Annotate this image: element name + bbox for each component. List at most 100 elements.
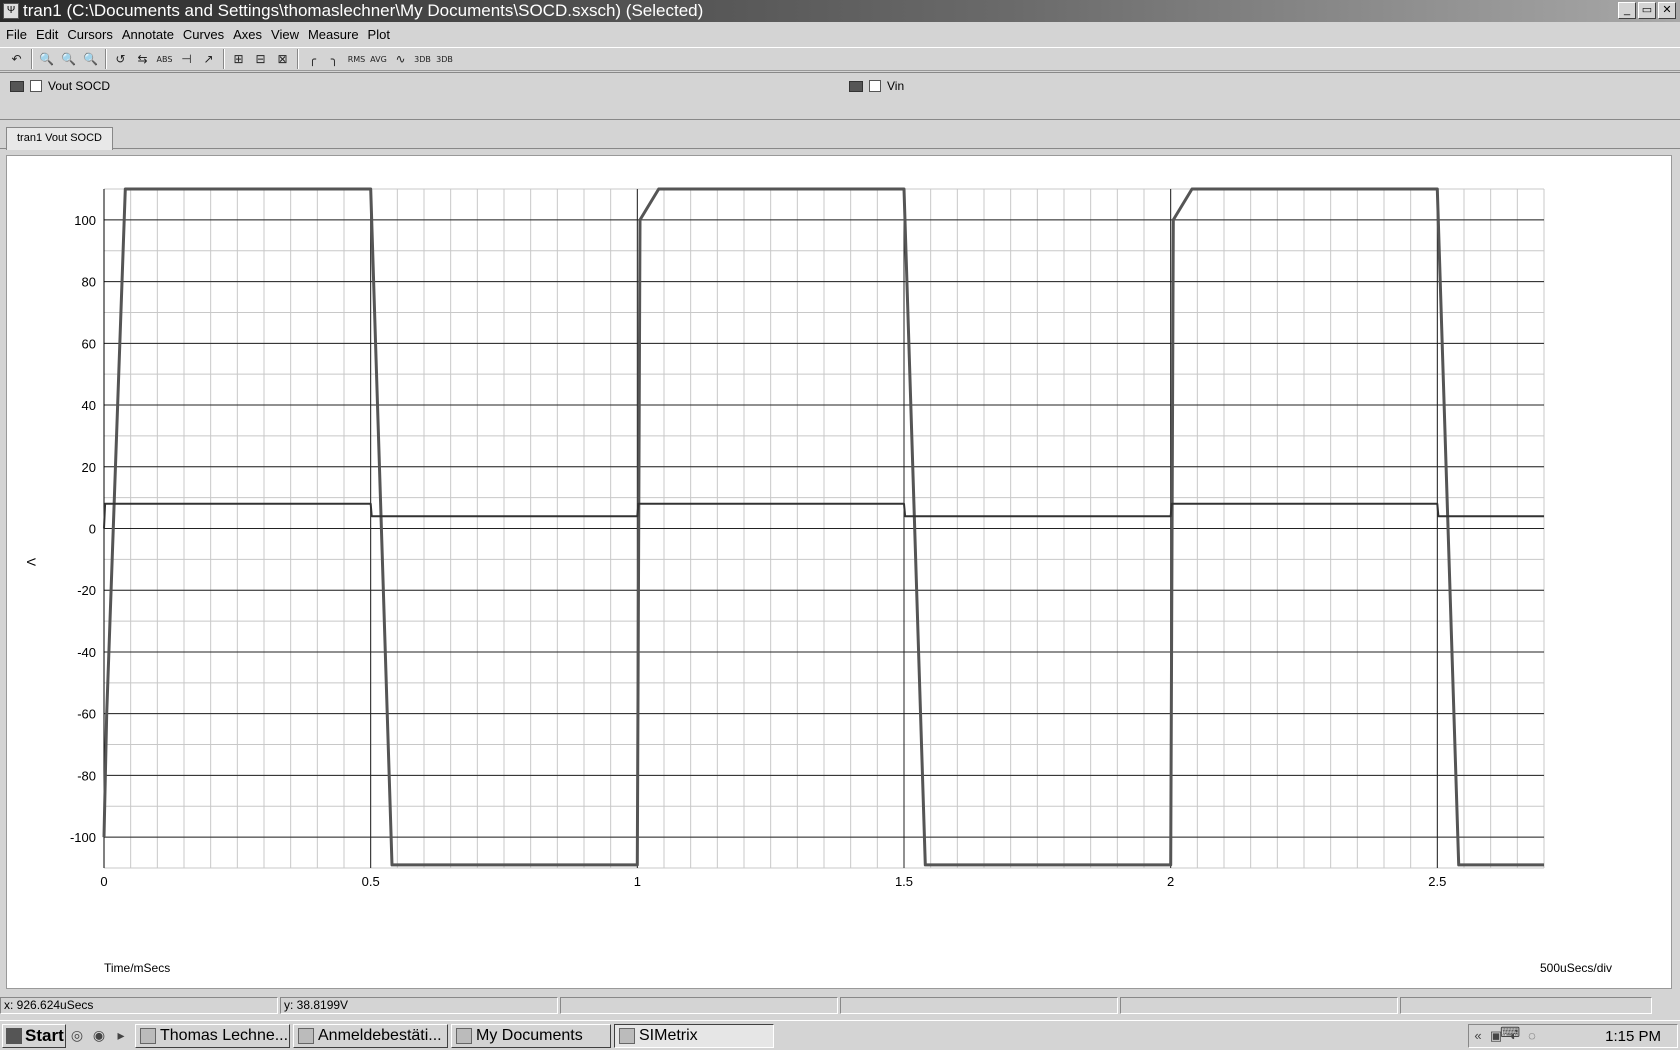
cursor-arrow-icon[interactable]: ↗ <box>198 49 219 69</box>
task-label: Thomas Lechne... <box>160 1026 289 1044</box>
tick-labels: 0 0.5 1 1.5 2 2.5 100 80 60 40 20 0 -20 -40 -60 -80 -100 <box>70 213 1446 889</box>
cursor-icon[interactable]: ⊣ <box>176 49 197 69</box>
menu-axes[interactable]: Axes <box>233 27 262 42</box>
taskbar: Start ◎ ◉ ▸ Thomas Lechne... Anmeldebest… <box>0 1020 1680 1050</box>
status-x-readout: x: 926.624uSecs <box>0 997 278 1014</box>
legend-vout[interactable]: Vout SOCD <box>10 79 110 93</box>
start-label: Start <box>25 1025 64 1045</box>
abs-icon[interactable]: ABS <box>154 49 175 69</box>
menu-curves[interactable]: Curves <box>183 27 224 42</box>
pdf-icon <box>298 1027 314 1044</box>
task-icon <box>140 1027 156 1044</box>
zoom-in-icon[interactable]: 🔍 <box>58 49 79 69</box>
task-thomas-lechner[interactable]: Thomas Lechne... <box>135 1023 290 1048</box>
y-tick-label: -40 <box>77 645 96 660</box>
clock: 1:15 PM <box>1605 1027 1661 1045</box>
avg-icon[interactable]: AVG <box>368 49 389 69</box>
grid-icon[interactable]: ⊞ <box>228 49 249 69</box>
start-button[interactable]: Start <box>2 1023 66 1048</box>
select-all-icon[interactable]: ⇆ <box>132 49 153 69</box>
zoom-out-icon[interactable]: 🔍 <box>80 49 101 69</box>
task-simetrix[interactable]: SIMetrix <box>614 1023 774 1048</box>
app-icon[interactable]: Ψ <box>3 3 19 19</box>
rms-icon[interactable]: RMS <box>346 49 367 69</box>
legend-label: Vout SOCD <box>48 79 111 93</box>
status-cell <box>840 997 1118 1014</box>
y-tick-label: 80 <box>82 275 96 290</box>
task-label: SIMetrix <box>639 1026 698 1044</box>
axis-icon[interactable]: ⊟ <box>250 49 271 69</box>
menu-measure[interactable]: Measure <box>308 27 359 42</box>
toolbar-separator <box>223 49 225 69</box>
waveform-chart[interactable]: 0 0.5 1 1.5 2 2.5 100 80 60 40 20 0 -20 -40 -60 -80 -100… <box>7 156 1673 990</box>
peak-icon[interactable]: ∿ <box>390 49 411 69</box>
x-tick-label: 0.5 <box>362 874 380 889</box>
status-cell <box>1120 997 1398 1014</box>
tab-tran1-vout[interactable]: tran1 Vout SOCD <box>6 127 113 150</box>
keyboard-icon[interactable]: ⌨ <box>1500 1024 1520 1042</box>
folder-icon <box>456 1027 472 1044</box>
status-cell <box>560 997 838 1014</box>
y-tick-label: 100 <box>74 213 96 228</box>
title-bar: Ψ tran1 (C:\Documents and Settings\thoma… <box>0 0 1680 22</box>
status-bar: x: 926.624uSecs y: 38.8199V <box>0 997 1680 1016</box>
security-icon[interactable]: ◌ <box>1523 1028 1541 1044</box>
legend-checkbox[interactable] <box>869 80 881 92</box>
minimize-button[interactable]: _ <box>1618 2 1636 19</box>
toolbar-separator <box>31 49 33 69</box>
expand-tray-icon[interactable]: « <box>1469 1028 1487 1044</box>
menu-file[interactable]: File <box>6 27 27 42</box>
y-tick-label: -100 <box>70 830 96 845</box>
task-label: Anmeldebestäti... <box>318 1026 442 1044</box>
status-y-readout: y: 38.8199V <box>280 997 558 1014</box>
tab-strip: tran1 Vout SOCD <box>0 121 1680 150</box>
maximize-button[interactable]: ▭ <box>1638 2 1656 19</box>
legend-vin[interactable]: Vin <box>849 79 904 93</box>
menu-cursors[interactable]: Cursors <box>67 27 113 42</box>
menu-plot[interactable]: Plot <box>368 27 390 42</box>
legend-label: Vin <box>887 79 905 93</box>
x-tick-label: 1.5 <box>895 874 913 889</box>
rise-icon[interactable]: ╭ <box>302 49 323 69</box>
y-tick-label: -20 <box>77 583 96 598</box>
legend-bar: Vout SOCD Vin <box>0 72 1680 120</box>
y-tick-label: 20 <box>82 460 96 475</box>
menu-edit[interactable]: Edit <box>36 27 58 42</box>
task-anmeldebestaetigung[interactable]: Anmeldebestäti... <box>293 1023 448 1048</box>
plot-area[interactable]: 0 0.5 1 1.5 2 2.5 100 80 60 40 20 0 -20 -40 -60 -80 -100… <box>6 155 1672 989</box>
zoom-box-icon[interactable]: 🔍 <box>36 49 57 69</box>
3db-down-icon[interactable]: 3DB <box>434 49 455 69</box>
legend-swatch <box>849 80 863 92</box>
legend-checkbox[interactable] <box>30 80 42 92</box>
simetrix-icon <box>619 1027 635 1044</box>
undo-zoom-icon[interactable]: ↶ <box>6 49 27 69</box>
y-tick-label: -60 <box>77 707 96 722</box>
x-tick-label: 2 <box>1167 874 1174 889</box>
x-axis-label: Time/mSecs <box>104 961 170 975</box>
toolbar-separator <box>297 49 299 69</box>
x-scale-label: 500uSecs/div <box>1540 961 1612 975</box>
status-cell <box>1400 997 1652 1014</box>
select-curve-icon[interactable]: ↺ <box>110 49 131 69</box>
quicklaunch-app-icon[interactable]: ◉ <box>88 1025 110 1047</box>
windows-logo-icon <box>6 1027 22 1044</box>
quicklaunch-media-icon[interactable]: ▸ <box>110 1025 132 1047</box>
legend-swatch <box>10 80 24 92</box>
y-axis-label: V <box>24 558 38 566</box>
log-axis-icon[interactable]: ⊠ <box>272 49 293 69</box>
y-tick-label: 0 <box>89 522 96 537</box>
menu-annotate[interactable]: Annotate <box>122 27 174 42</box>
fall-icon[interactable]: ╮ <box>324 49 345 69</box>
x-tick-label: 2.5 <box>1428 874 1446 889</box>
quicklaunch-ie-icon[interactable]: ◎ <box>66 1025 88 1047</box>
x-tick-label: 1 <box>634 874 641 889</box>
window-title: tran1 (C:\Documents and Settings\thomasl… <box>23 1 704 20</box>
menu-bar: File Edit Cursors Annotate Curves Axes V… <box>0 23 1680 45</box>
menu-view[interactable]: View <box>271 27 299 42</box>
3db-icon[interactable]: 3DB <box>412 49 433 69</box>
y-tick-label: -80 <box>77 768 96 783</box>
y-tick-label: 60 <box>82 336 96 351</box>
task-my-documents[interactable]: My Documents <box>451 1023 611 1048</box>
close-button[interactable]: ✕ <box>1658 2 1676 19</box>
task-label: My Documents <box>476 1026 583 1044</box>
